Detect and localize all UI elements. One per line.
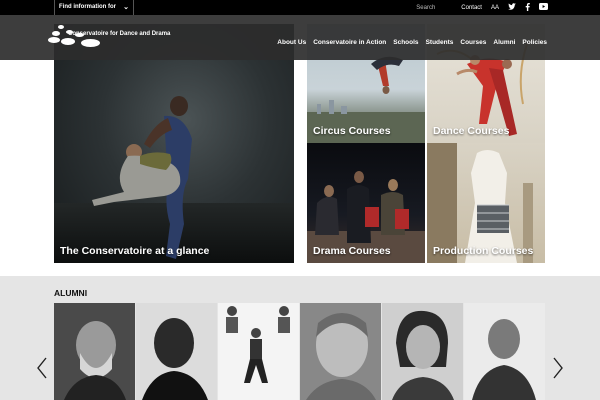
facebook-icon[interactable] bbox=[525, 2, 530, 13]
hero-tile-production-courses[interactable]: Production Courses bbox=[427, 143, 545, 263]
text-size-toggle[interactable]: AA bbox=[491, 5, 499, 11]
carousel-next-arrow[interactable] bbox=[552, 356, 564, 384]
portrait-image bbox=[300, 303, 381, 400]
nav-item-alumni[interactable]: Alumni bbox=[493, 39, 515, 46]
logo-dot bbox=[81, 39, 100, 47]
contact-link[interactable]: Contact bbox=[461, 5, 482, 11]
nav-item-students[interactable]: Students bbox=[426, 39, 454, 46]
twitter-icon[interactable] bbox=[508, 3, 516, 12]
find-information-dropdown[interactable]: Find information for ⌄ bbox=[54, 0, 134, 15]
tile-caption-circus: Circus Courses bbox=[313, 125, 391, 137]
hero-tile-drama-courses[interactable]: Drama Courses bbox=[307, 143, 425, 263]
nav-item-about-us[interactable]: About Us bbox=[277, 39, 306, 46]
site-header: Conservatoire for Dance and Drama bbox=[0, 15, 600, 60]
portrait-image bbox=[382, 303, 463, 400]
portrait-image bbox=[218, 303, 299, 400]
tile-caption-drama: Drama Courses bbox=[313, 245, 391, 257]
logo-dot bbox=[52, 31, 60, 36]
logo-dot bbox=[48, 37, 60, 43]
alumni-heading: ALUMNI bbox=[54, 288, 88, 298]
alumni-portrait[interactable] bbox=[218, 303, 299, 400]
dancers-image bbox=[92, 96, 192, 259]
search-link[interactable]: Search bbox=[416, 5, 452, 11]
top-utility-bar: Find information for ⌄ Search Contact AA bbox=[0, 0, 600, 15]
portrait-image bbox=[136, 303, 217, 400]
alumni-portrait[interactable] bbox=[464, 303, 545, 400]
portrait-image bbox=[464, 303, 545, 400]
chevron-down-icon: ⌄ bbox=[123, 4, 129, 11]
site-logo[interactable] bbox=[48, 24, 168, 54]
alumni-portrait[interactable] bbox=[300, 303, 381, 400]
utility-links: Search Contact AA bbox=[416, 0, 548, 15]
portrait-image bbox=[54, 303, 135, 400]
alumni-portrait[interactable] bbox=[54, 303, 135, 400]
alumni-portrait[interactable] bbox=[382, 303, 463, 400]
carousel-prev-arrow[interactable] bbox=[36, 356, 48, 384]
logo-dot bbox=[61, 38, 75, 45]
nav-item-policies[interactable]: Policies bbox=[522, 39, 547, 46]
tile-caption-production: Production Courses bbox=[433, 245, 534, 257]
nav-item-courses[interactable]: Courses bbox=[460, 39, 486, 46]
nav-item-conservatoire-in-action[interactable]: Conservatoire in Action bbox=[313, 39, 386, 46]
find-information-label: Find information for bbox=[59, 4, 116, 10]
logo-text: Conservatoire for Dance and Drama bbox=[68, 31, 171, 37]
youtube-icon[interactable] bbox=[539, 3, 548, 12]
nav-item-schools[interactable]: Schools bbox=[393, 39, 418, 46]
tile-caption-dance: Dance Courses bbox=[433, 125, 510, 137]
main-navigation: About Us Conservatoire in Action Schools… bbox=[277, 39, 547, 46]
alumni-portrait[interactable] bbox=[136, 303, 217, 400]
hero-main-caption: The Conservatoire at a glance bbox=[60, 245, 210, 257]
logo-dot bbox=[58, 25, 64, 29]
